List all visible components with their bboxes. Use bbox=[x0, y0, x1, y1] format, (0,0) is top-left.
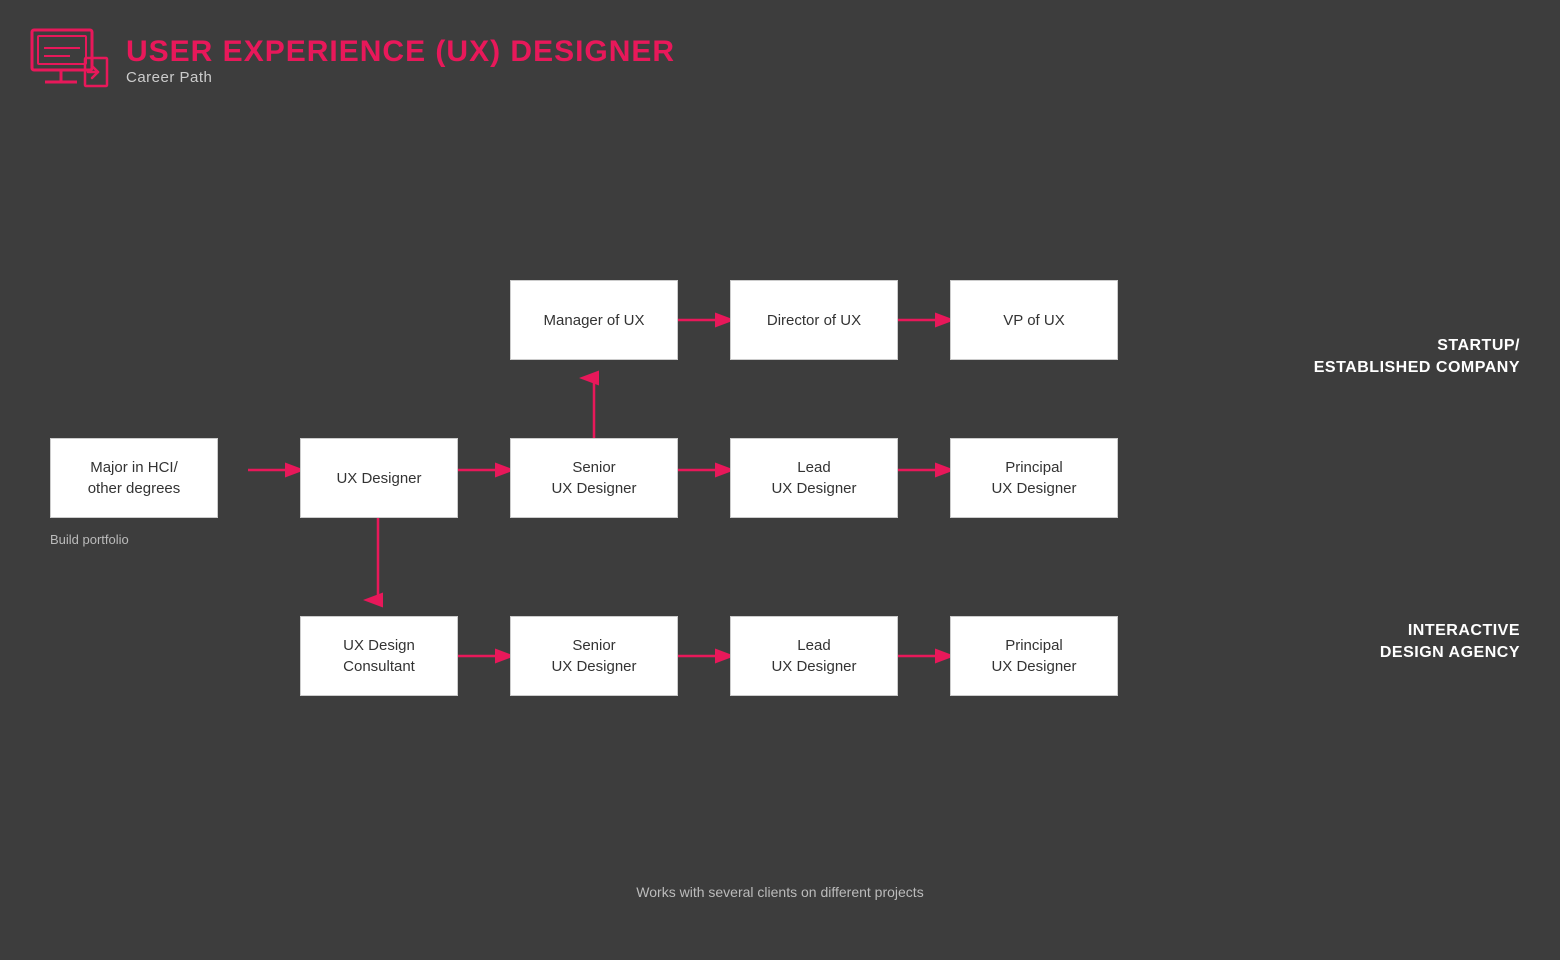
box-vp-ux: VP of UX bbox=[950, 280, 1118, 360]
box-ux-designer: UX Designer bbox=[300, 438, 458, 518]
box-consultant: UX Design Consultant bbox=[300, 616, 458, 696]
box-principal-bot: Principal UX Designer bbox=[950, 616, 1118, 696]
agency-label: INTERACTIVE DESIGN AGENCY bbox=[1380, 620, 1520, 665]
box-lead-ux-bot: Lead UX Designer bbox=[730, 616, 898, 696]
page-subtitle: Career Path bbox=[126, 69, 675, 86]
box-senior-ux-top: Senior UX Designer bbox=[510, 438, 678, 518]
box-senior-ux-bot: Senior UX Designer bbox=[510, 616, 678, 696]
box-principal-top: Principal UX Designer bbox=[950, 438, 1118, 518]
header: USER EXPERIENCE (UX) DESIGNER Career Pat… bbox=[30, 28, 675, 93]
build-portfolio-label: Build portfolio bbox=[50, 532, 129, 547]
page-title: USER EXPERIENCE (UX) DESIGNER bbox=[126, 35, 675, 69]
header-text: USER EXPERIENCE (UX) DESIGNER Career Pat… bbox=[126, 35, 675, 86]
box-major: Major in HCI/ other degrees bbox=[50, 438, 218, 518]
box-lead-ux-top: Lead UX Designer bbox=[730, 438, 898, 518]
startup-label: STARTUP/ ESTABLISHED COMPANY bbox=[1314, 335, 1520, 380]
career-path-diagram: Manager of UX Director of UX VP of UX Ma… bbox=[0, 160, 1560, 960]
box-director-ux: Director of UX bbox=[730, 280, 898, 360]
logo-icon bbox=[30, 28, 110, 93]
bottom-note: Works with several clients on different … bbox=[636, 884, 923, 900]
box-manager-ux: Manager of UX bbox=[510, 280, 678, 360]
